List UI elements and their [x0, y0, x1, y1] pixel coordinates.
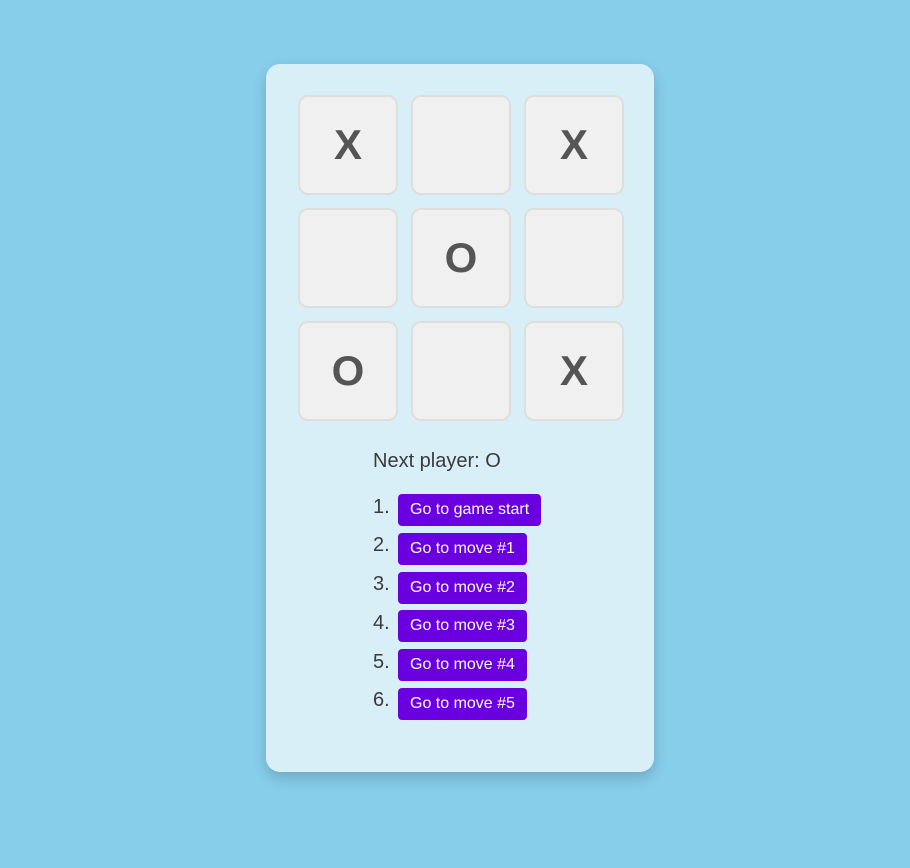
move-number: 5.	[373, 650, 390, 673]
move-number: 1.	[373, 495, 390, 518]
game-status: Next player: O	[373, 450, 501, 472]
square-5[interactable]: O	[411, 208, 511, 308]
go-to-move-2-button[interactable]: Go to move #2	[398, 571, 527, 604]
move-history-item: 2. Go to move #1	[373, 532, 541, 565]
square-7[interactable]: O	[298, 321, 398, 421]
move-number: 4.	[373, 611, 390, 634]
square-6[interactable]	[524, 208, 624, 308]
game-board: X X O O X	[298, 95, 624, 421]
move-number: 2.	[373, 534, 390, 557]
move-number: 3.	[373, 573, 390, 596]
game-panel: X X O O X Next player: O 1. Go to game s…	[266, 64, 654, 772]
go-to-move-3-button[interactable]: Go to move #3	[398, 610, 527, 643]
square-8[interactable]	[411, 321, 511, 421]
move-history-item: 6. Go to move #5	[373, 687, 541, 720]
square-4[interactable]	[298, 208, 398, 308]
go-to-game-start-button[interactable]: Go to game start	[398, 494, 542, 526]
move-history-item: 5. Go to move #4	[373, 649, 541, 682]
square-9[interactable]: X	[524, 321, 624, 421]
square-3[interactable]: X	[524, 95, 624, 195]
move-history-list: 1. Go to game start 2. Go to move #1 3. …	[373, 494, 542, 727]
move-history-item: 4. Go to move #3	[373, 610, 541, 643]
go-to-move-1-button[interactable]: Go to move #1	[398, 532, 527, 565]
go-to-move-4-button[interactable]: Go to move #4	[398, 649, 527, 682]
move-history-item: 1. Go to game start	[373, 494, 542, 526]
go-to-move-5-button[interactable]: Go to move #5	[398, 687, 527, 720]
square-1[interactable]: X	[298, 95, 398, 195]
square-2[interactable]	[411, 95, 511, 195]
move-number: 6.	[373, 689, 390, 712]
move-history-item: 3. Go to move #2	[373, 571, 541, 604]
